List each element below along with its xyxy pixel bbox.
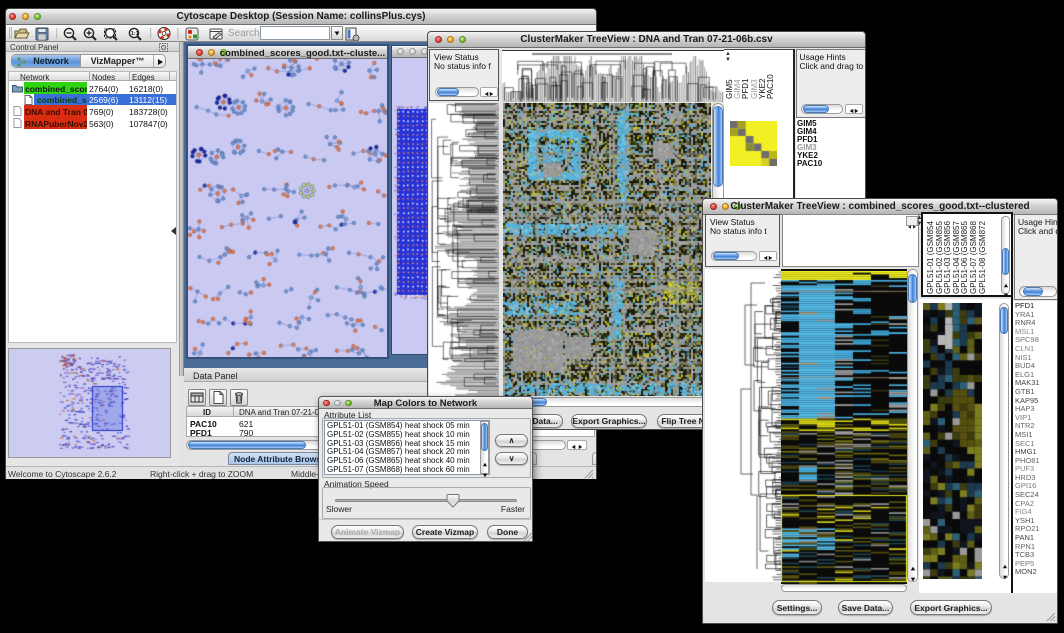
- svg-text:1:1: 1:1: [131, 31, 139, 37]
